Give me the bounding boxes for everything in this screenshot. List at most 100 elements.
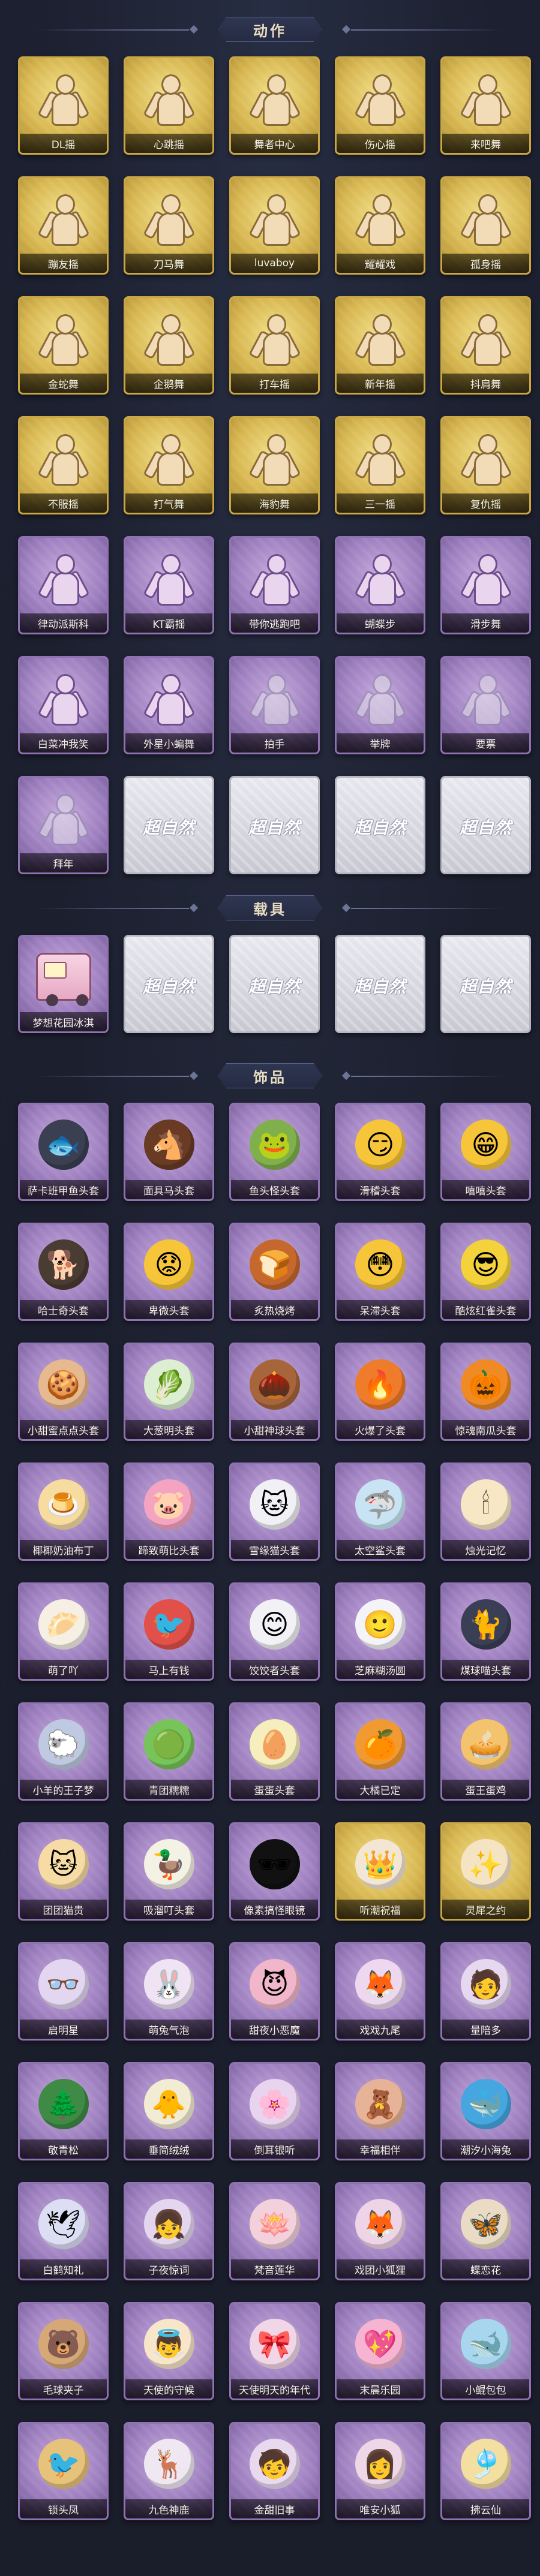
item-card[interactable]: 打车摇 — [229, 296, 320, 395]
item-card[interactable]: 🔥 火爆了头套 — [335, 1343, 425, 1441]
item-card[interactable]: 👧 子夜惊词 — [124, 2182, 214, 2280]
locked-item-card[interactable]: 超自然 — [229, 935, 320, 1033]
item-card[interactable]: 外星小蝙舞 — [124, 656, 214, 754]
item-card[interactable]: 打气舞 — [124, 416, 214, 514]
item-card[interactable]: 企鹅舞 — [124, 296, 214, 395]
item-card[interactable]: 举牌 — [335, 656, 425, 754]
locked-item-card[interactable]: 超自然 — [229, 776, 320, 874]
item-card[interactable]: 🐦 锁头凤 — [18, 2422, 109, 2520]
item-card[interactable]: 🐕 哈士奇头套 — [18, 1223, 109, 1321]
item-card[interactable]: 🐦 马上有钱 — [124, 1582, 214, 1681]
item-card[interactable]: ✨ 灵犀之约 — [440, 1822, 531, 1921]
locked-item-card[interactable]: 超自然 — [124, 776, 214, 874]
item-card[interactable]: 🥟 萌了吖 — [18, 1582, 109, 1681]
item-card[interactable]: 🍪 小甜蜜点点头套 — [18, 1343, 109, 1441]
item-card[interactable]: 🐴 面具马头套 — [124, 1103, 214, 1201]
item-card[interactable]: 🧒 金甜旧事 — [229, 2422, 320, 2520]
item-card[interactable]: 🐻 毛球夹子 — [18, 2302, 109, 2400]
item-card[interactable]: 🕯 烛光记忆 — [440, 1462, 531, 1561]
item-card[interactable]: 🙂 芝麻糊汤圆 — [335, 1582, 425, 1681]
item-card[interactable]: 🕶 像素搞怪眼镜 — [229, 1822, 320, 1921]
item-card[interactable]: 要票 — [440, 656, 531, 754]
item-card[interactable]: 🌸 倒耳银听 — [229, 2062, 320, 2160]
item-card[interactable]: 🦊 戏团小狐狸 — [335, 2182, 425, 2280]
item-card[interactable]: 🪷 梵音莲华 — [229, 2182, 320, 2280]
item-card[interactable]: 🦈 太空鲨头套 — [335, 1462, 425, 1561]
item-card[interactable]: 🐋 小鲲包包 — [440, 2302, 531, 2400]
item-card[interactable]: 🎀 天使明天的年代 — [229, 2302, 320, 2400]
locked-item-card[interactable]: 超自然 — [335, 776, 425, 874]
item-card[interactable]: 🦌 九色神鹿 — [124, 2422, 214, 2520]
item-card[interactable]: 🐱 团团猫贵 — [18, 1822, 109, 1921]
item-card[interactable]: 🐈 煤球喵头套 — [440, 1582, 531, 1681]
item-card[interactable]: 😏 滑稽头套 — [335, 1103, 425, 1201]
item-card[interactable]: 🦆 吸溜叮头套 — [124, 1822, 214, 1921]
item-card[interactable]: 😁 嘻嘻头套 — [440, 1103, 531, 1201]
item-card[interactable]: 🐟 萨卡班甲鱼头套 — [18, 1103, 109, 1201]
item-card[interactable]: 🍮 椰椰奶油布丁 — [18, 1462, 109, 1561]
item-card[interactable]: 拜年 — [18, 776, 109, 874]
item-card[interactable]: 🐥 垂简绒绒 — [124, 2062, 214, 2160]
item-card[interactable]: 滑步舞 — [440, 536, 531, 634]
item-card[interactable]: 不服摇 — [18, 416, 109, 514]
item-card[interactable]: 金蛇舞 — [18, 296, 109, 395]
item-card[interactable]: 🌰 小甜神球头套 — [229, 1343, 320, 1441]
item-card[interactable]: 伤心摇 — [335, 56, 425, 155]
item-card[interactable]: 蹦友摇 — [18, 176, 109, 275]
locked-item-card[interactable]: 超自然 — [124, 935, 214, 1033]
item-card[interactable]: luvaboy — [229, 176, 320, 275]
item-card[interactable]: 😈 甜夜小恶魔 — [229, 1942, 320, 2041]
item-card[interactable]: 蝴蝶步 — [335, 536, 425, 634]
item-card[interactable]: 🧸 幸福相伴 — [335, 2062, 425, 2160]
item-card[interactable]: 👑 听潮祝福 — [335, 1822, 425, 1921]
item-card[interactable]: DL摇 — [18, 56, 109, 155]
item-card[interactable]: 🕊 白鹤知礼 — [18, 2182, 109, 2280]
item-card[interactable]: 🐷 蹄致萌比头套 — [124, 1462, 214, 1561]
item-card[interactable]: 刀马舞 — [124, 176, 214, 275]
item-card[interactable]: 🟢 青团糯糯 — [124, 1702, 214, 1801]
item-card[interactable]: 😟 卑微头套 — [124, 1223, 214, 1321]
item-card[interactable]: 抖肩舞 — [440, 296, 531, 395]
item-card[interactable]: 海豹舞 — [229, 416, 320, 514]
item-card[interactable]: 带你逃跑吧 — [229, 536, 320, 634]
item-card[interactable]: 👩 唯安小狐 — [335, 2422, 425, 2520]
item-card[interactable]: 🎐 拂云仙 — [440, 2422, 531, 2520]
item-card[interactable]: 💖 末晨乐园 — [335, 2302, 425, 2400]
item-card[interactable]: KT霸摇 — [124, 536, 214, 634]
locked-item-card[interactable]: 超自然 — [335, 935, 425, 1033]
item-card[interactable]: 律动派斯科 — [18, 536, 109, 634]
item-card[interactable]: 👼 天使的守候 — [124, 2302, 214, 2400]
item-card[interactable]: 🌲 敬青松 — [18, 2062, 109, 2160]
item-card[interactable]: 复仇摇 — [440, 416, 531, 514]
item-card[interactable]: 🐸 鱼头怪头套 — [229, 1103, 320, 1201]
item-card[interactable]: 🥧 蛋王蛋鸡 — [440, 1702, 531, 1801]
locked-item-card[interactable]: 超自然 — [440, 935, 531, 1033]
item-card[interactable]: 孤身摇 — [440, 176, 531, 275]
item-card[interactable]: 舞者中心 — [229, 56, 320, 155]
item-card[interactable]: 心跳摇 — [124, 56, 214, 155]
item-card[interactable]: 👓 启明星 — [18, 1942, 109, 2041]
item-card[interactable]: 梦想花园冰淇 — [18, 935, 109, 1033]
item-card[interactable]: 🥬 大葱明头套 — [124, 1343, 214, 1441]
item-card[interactable]: 新年摇 — [335, 296, 425, 395]
item-card[interactable]: 来吧舞 — [440, 56, 531, 155]
item-card[interactable]: 🦋 蝶恋花 — [440, 2182, 531, 2280]
item-card[interactable]: 🦊 戏戏九尾 — [335, 1942, 425, 2041]
item-card[interactable]: 😎 酷炫红雀头套 — [440, 1223, 531, 1321]
item-card[interactable]: 🍞 炙热烧烤 — [229, 1223, 320, 1321]
item-card[interactable]: 耀耀戏 — [335, 176, 425, 275]
item-card[interactable]: 🐳 潮汐小海兔 — [440, 2062, 531, 2160]
item-card[interactable]: 🐰 萌兔气泡 — [124, 1942, 214, 2041]
item-card[interactable]: 🍊 大橘已定 — [335, 1702, 425, 1801]
item-card[interactable]: 🥚 蛋蛋头套 — [229, 1702, 320, 1801]
item-card[interactable]: 拍手 — [229, 656, 320, 754]
item-card[interactable]: 😊 饺饺者头套 — [229, 1582, 320, 1681]
locked-item-card[interactable]: 超自然 — [440, 776, 531, 874]
item-card[interactable]: 🐱 雪缘猫头套 — [229, 1462, 320, 1561]
item-card[interactable]: 😳 呆滞头套 — [335, 1223, 425, 1321]
item-card[interactable]: 三一摇 — [335, 416, 425, 514]
item-card[interactable]: 🐑 小羊的王子梦 — [18, 1702, 109, 1801]
item-card[interactable]: 🧑 量陪多 — [440, 1942, 531, 2041]
item-card[interactable]: 🎃 惊魂南瓜头套 — [440, 1343, 531, 1441]
item-card[interactable]: 白菜冲我笑 — [18, 656, 109, 754]
